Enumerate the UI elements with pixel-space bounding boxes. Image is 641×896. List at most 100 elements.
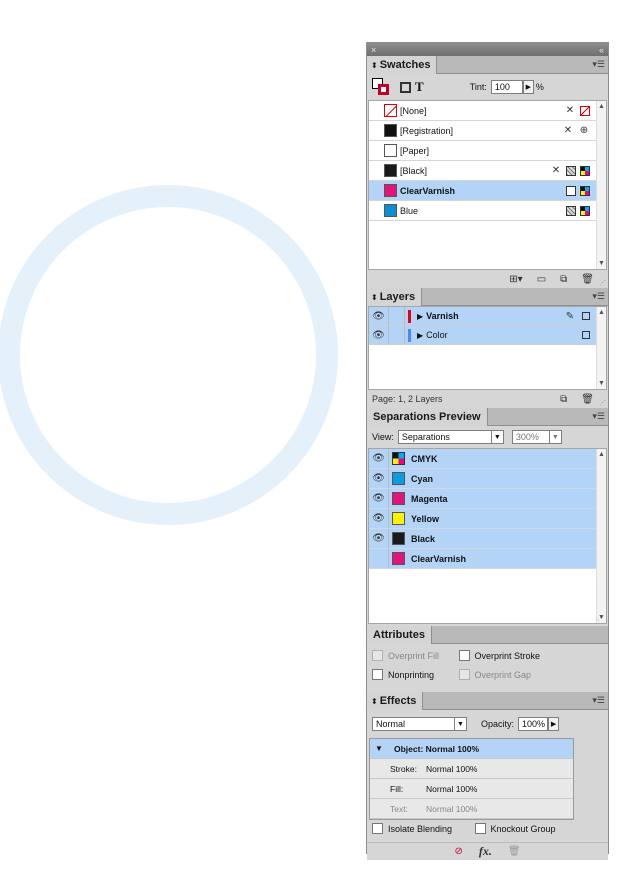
effects-options: Isolate Blending Knockout Group (367, 820, 608, 842)
chevron-updown-icon: ⬍ (371, 696, 378, 706)
swatch-color-chip (384, 104, 397, 117)
process-icon (566, 205, 576, 216)
select-square-icon[interactable] (582, 312, 590, 320)
circle-outline-artwork (0, 185, 338, 525)
trash-icon[interactable]: 🗑 (581, 274, 594, 285)
eye-icon[interactable]: 👁 (369, 469, 389, 488)
panel-menu-icon[interactable]: ▾☰ (592, 695, 605, 706)
eye-icon[interactable]: 👁 (369, 449, 389, 468)
knockout-group-checkbox[interactable]: Knockout Group (474, 823, 556, 834)
swatch-row[interactable]: [None] ✕ (369, 101, 606, 121)
swatch-name: [Registration] (400, 125, 454, 136)
separation-row[interactable]: 👁 Yellow (369, 509, 606, 529)
resize-grip-icon[interactable]: ⋰ (599, 399, 606, 407)
select-square-icon[interactable] (582, 331, 590, 339)
panel-menu-icon[interactable]: ▾☰ (592, 291, 605, 302)
swatch-row[interactable]: [Paper] (369, 141, 606, 161)
chevron-updown-icon: ⬍ (371, 292, 378, 302)
swatch-row[interactable]: [Black] ✕ (369, 161, 606, 181)
separation-name: ClearVarnish (411, 553, 467, 564)
container-icon[interactable] (400, 81, 411, 93)
effects-fill-row[interactable]: Fill: Normal 100% (370, 779, 573, 799)
swatch-row[interactable]: [Registration] ✕ ⊕ (369, 121, 606, 141)
effects-text-row[interactable]: Text: Normal 100% (370, 799, 573, 819)
swatch-row[interactable]: Blue (369, 201, 606, 221)
scrollbar[interactable]: ▲ ▼ (596, 307, 606, 389)
text-formatting-icon[interactable]: T (415, 79, 424, 95)
scrollbar[interactable]: ▲ ▼ (596, 449, 606, 623)
tab-effects[interactable]: ⬍ Effects (367, 692, 424, 710)
none-icon (580, 105, 590, 116)
swatch-color-chip (384, 204, 397, 217)
new-group-icon[interactable]: ▭ (537, 274, 546, 285)
separation-color-chip (392, 452, 405, 465)
overprint-fill-checkbox[interactable]: Overprint Fill (372, 650, 456, 661)
opacity-stepper[interactable]: ▶ (548, 717, 560, 731)
new-swatch-icon[interactable]: ⧉ (560, 274, 567, 285)
overprint-stroke-checkbox[interactable]: Overprint Stroke (458, 650, 540, 661)
swatches-controls: T Tint: 100 ▶ % (367, 74, 608, 100)
swatch-row[interactable]: ClearVarnish (369, 181, 606, 201)
tab-swatches[interactable]: ⬍ Swatches (367, 56, 438, 74)
expand-triangle-icon[interactable]: ▶ (417, 331, 423, 340)
fx-icon[interactable]: fx. (479, 844, 492, 859)
collapse-icon[interactable]: « (599, 45, 604, 55)
layer-row[interactable]: 👁 ▶ Varnish ✎ (369, 307, 606, 326)
panel-dock: × « ⬍ Swatches ▾☰ T Tint: 100 ▶ % [None] … (366, 42, 609, 860)
isolate-blending-checkbox[interactable]: Isolate Blending (372, 823, 472, 834)
eye-icon[interactable]: 👁 (369, 489, 389, 508)
lock-toggle[interactable] (389, 326, 405, 344)
separation-name: Cyan (411, 473, 434, 484)
eye-icon[interactable]: 👁 (369, 326, 389, 344)
panel-menu-icon[interactable]: ▾☰ (592, 411, 605, 422)
cmyk-icon (580, 165, 590, 176)
collapse-triangle-icon[interactable]: ▼ (370, 744, 388, 753)
swatch-color-chip (384, 144, 397, 157)
layers-list: 👁 ▶ Varnish ✎ 👁 ▶ Color ▲ ▼ (368, 306, 607, 390)
spot-icon (566, 185, 576, 196)
separation-row[interactable]: 👁 Cyan (369, 469, 606, 489)
scrollbar[interactable]: ▲ ▼ (596, 101, 606, 269)
layers-tabbar: ⬍ Layers ▾☰ (367, 288, 608, 306)
zoom-select[interactable]: 300% ▼ (511, 430, 562, 444)
layers-footer: Page: 1, 2 Layers ⧉ 🗑 ⋰ (367, 390, 608, 408)
panel-menu-icon[interactable]: ▾☰ (592, 59, 605, 70)
swatch-color-chip (384, 164, 397, 177)
tint-stepper[interactable]: ▶ (522, 80, 534, 94)
eye-hidden-slot[interactable] (369, 549, 389, 568)
show-swatch-kinds-icon[interactable]: ⊞▾ (509, 274, 522, 285)
separation-row[interactable]: ClearVarnish (369, 549, 606, 569)
lock-toggle[interactable] (389, 307, 405, 325)
resize-grip-icon[interactable]: ⋰ (597, 614, 604, 622)
swatch-name: [None] (400, 105, 427, 116)
separation-row[interactable]: 👁 Black (369, 529, 606, 549)
tint-input[interactable]: 100 (490, 80, 523, 94)
tab-layers[interactable]: ⬍ Layers (367, 288, 423, 306)
resize-grip-icon[interactable]: ⋰ (599, 279, 606, 287)
clear-effects-icon[interactable]: ⊘ (454, 846, 462, 857)
attributes-body: Overprint Fill Overprint Stroke Nonprint… (367, 644, 608, 692)
effects-object-row[interactable]: ▼ Object: Normal 100% (370, 739, 573, 759)
expand-triangle-icon[interactable]: ▶ (417, 312, 423, 321)
opacity-input[interactable]: 100% (518, 717, 549, 731)
tab-attributes[interactable]: Attributes (367, 626, 432, 644)
layer-row[interactable]: 👁 ▶ Color (369, 326, 606, 345)
chevron-updown-icon: ⬍ (371, 60, 378, 70)
trash-icon[interactable]: 🗑 (581, 394, 594, 405)
separation-row[interactable]: 👁 Magenta (369, 489, 606, 509)
separation-row[interactable]: 👁 CMYK (369, 449, 606, 469)
layer-name: Varnish (426, 311, 459, 321)
close-icon[interactable]: × (371, 45, 376, 55)
view-select[interactable]: Separations ▼ (397, 430, 504, 444)
eye-icon[interactable]: 👁 (369, 509, 389, 528)
eye-icon[interactable]: 👁 (369, 529, 389, 548)
overprint-gap-checkbox[interactable]: Overprint Gap (458, 669, 531, 680)
new-layer-icon[interactable]: ⧉ (560, 394, 567, 405)
blend-mode-select[interactable]: Normal ▼ (372, 717, 467, 731)
nonprinting-checkbox[interactable]: Nonprinting (372, 669, 456, 680)
tab-separations-preview[interactable]: Separations Preview (367, 408, 488, 426)
trash-icon[interactable]: 🗑 (508, 846, 521, 857)
eye-icon[interactable]: 👁 (369, 307, 389, 325)
fill-stroke-icon[interactable] (372, 78, 390, 96)
effects-stroke-row[interactable]: Stroke: Normal 100% (370, 759, 573, 779)
